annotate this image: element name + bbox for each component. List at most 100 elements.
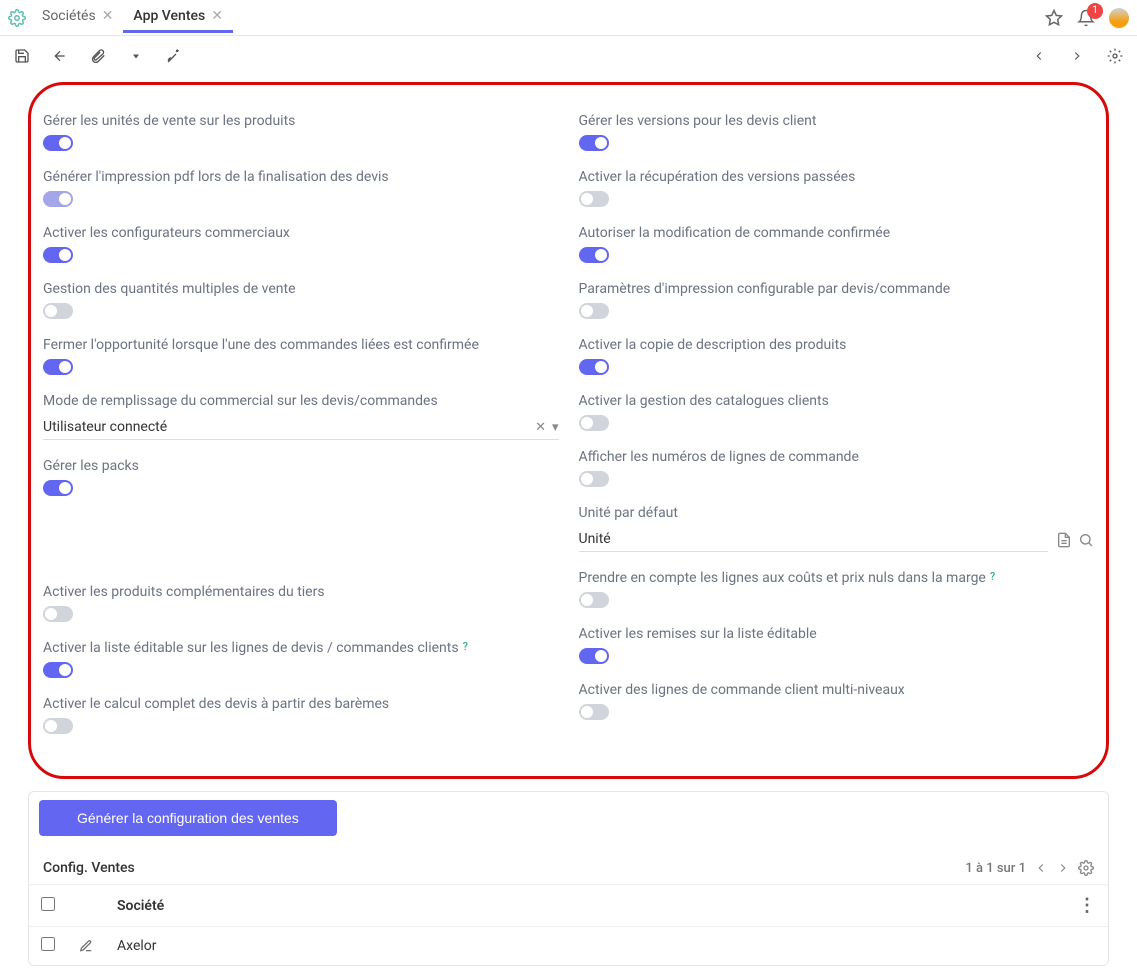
save-icon[interactable] bbox=[10, 44, 34, 68]
toggle[interactable] bbox=[579, 415, 609, 431]
select-value: Utilisateur connecté bbox=[43, 419, 535, 435]
pager-text: 1 à 1 sur 1 bbox=[965, 861, 1026, 876]
toggle[interactable] bbox=[43, 135, 73, 151]
toggle[interactable] bbox=[43, 718, 73, 734]
toggle-field: Prendre en compte les lignes aux coûts e… bbox=[579, 570, 1095, 608]
field-label: Gestion des quantités multiples de vente bbox=[43, 281, 559, 297]
field-label: Mode de remplissage du commercial sur le… bbox=[43, 393, 559, 409]
avatar[interactable] bbox=[1109, 8, 1129, 28]
close-icon[interactable]: ✕ bbox=[102, 8, 114, 24]
toggle[interactable] bbox=[43, 662, 73, 678]
field-label: Activer des lignes de commande client mu… bbox=[579, 682, 1095, 698]
edit-icon[interactable] bbox=[79, 939, 93, 953]
star-icon[interactable] bbox=[1045, 9, 1063, 27]
attachment-icon[interactable] bbox=[86, 44, 110, 68]
toggle-field: Fermer l'opportunité lorsque l'une des c… bbox=[43, 337, 559, 375]
toggle[interactable] bbox=[43, 606, 73, 622]
toggle-field: Gérer les versions pour les devis client bbox=[579, 113, 1095, 151]
tab-app-ventes[interactable]: App Ventes ✕ bbox=[123, 2, 233, 33]
chevron-right-icon[interactable] bbox=[1065, 44, 1089, 68]
field-label: Activer la liste éditable sur les lignes… bbox=[43, 640, 559, 656]
toggle-field: Activer la récupération des versions pas… bbox=[579, 169, 1095, 207]
field-label: Activer les configurateurs commerciaux bbox=[43, 225, 559, 241]
toggle-field: Gérer les unités de vente sur les produi… bbox=[43, 113, 559, 151]
section-title: Config. Ventes bbox=[43, 860, 965, 876]
col-company[interactable]: Société bbox=[105, 885, 1066, 927]
toggle[interactable] bbox=[43, 480, 73, 496]
field-label: Prendre en compte les lignes aux coûts e… bbox=[579, 570, 1095, 586]
toggle[interactable] bbox=[43, 359, 73, 375]
field-label: Gérer les unités de vente sur les produi… bbox=[43, 113, 559, 129]
toggle[interactable] bbox=[579, 303, 609, 319]
hint-icon[interactable]: ? bbox=[463, 640, 468, 653]
toggle[interactable] bbox=[579, 704, 609, 720]
field-label: Activer la récupération des versions pas… bbox=[579, 169, 1095, 185]
table-row[interactable]: Axelor bbox=[29, 927, 1108, 966]
notification-badge: 1 bbox=[1087, 3, 1103, 19]
cell-company: Axelor bbox=[105, 927, 1066, 966]
tab-societes[interactable]: Sociétés ✕ bbox=[32, 2, 123, 33]
row-checkbox[interactable] bbox=[41, 937, 55, 951]
toggle-field: Afficher les numéros de lignes de comman… bbox=[579, 449, 1095, 487]
tab-bar: Sociétés ✕ App Ventes ✕ 1 bbox=[0, 0, 1137, 36]
sales-settings-panel: Gérer les unités de vente sur les produi… bbox=[28, 82, 1109, 779]
field-label: Activer les remises sur la liste éditabl… bbox=[579, 626, 1095, 642]
toolbar bbox=[0, 36, 1137, 76]
toggle[interactable] bbox=[579, 247, 609, 263]
tab-label: App Ventes bbox=[133, 8, 205, 24]
clear-icon[interactable]: ✕ bbox=[535, 420, 546, 435]
field-label: Activer la gestion des catalogues client… bbox=[579, 393, 1095, 409]
toggle-field: Activer les configurateurs commerciaux bbox=[43, 225, 559, 263]
toggle-field: Activer le calcul complet des devis à pa… bbox=[43, 696, 559, 734]
toggle-field: Paramètres d'impression configurable par… bbox=[579, 281, 1095, 319]
unit-value[interactable]: Unité bbox=[579, 527, 1049, 552]
config-card: Générer la configuration des ventes Conf… bbox=[28, 791, 1109, 966]
back-arrow-icon[interactable] bbox=[48, 44, 72, 68]
mode-select-field: Mode de remplissage du commercial sur le… bbox=[43, 393, 559, 440]
toggle-field: Gestion des quantités multiples de vente bbox=[43, 281, 559, 319]
more-icon[interactable]: ⋮ bbox=[1078, 895, 1096, 916]
pager: 1 à 1 sur 1 bbox=[965, 860, 1094, 876]
chevron-left-icon[interactable] bbox=[1034, 861, 1048, 875]
toggle-field: Activer la liste éditable sur les lignes… bbox=[43, 640, 559, 678]
toggle-field: Générer l'impression pdf lors de la fina… bbox=[43, 169, 559, 207]
field-label: Gérer les packs bbox=[43, 458, 559, 474]
field-label: Activer la copie de description des prod… bbox=[579, 337, 1095, 353]
field-label: Unité par défaut bbox=[579, 505, 1095, 521]
settings-left-col: Gérer les unités de vente sur les produi… bbox=[43, 113, 559, 752]
toggle[interactable] bbox=[579, 135, 609, 151]
field-label: Gérer les versions pour les devis client bbox=[579, 113, 1095, 129]
chevron-left-icon[interactable] bbox=[1027, 44, 1051, 68]
toggle[interactable] bbox=[43, 303, 73, 319]
toggle[interactable] bbox=[579, 592, 609, 608]
close-icon[interactable]: ✕ bbox=[211, 8, 223, 24]
toggle[interactable] bbox=[579, 191, 609, 207]
config-table: Société ⋮ Axelor bbox=[29, 884, 1108, 965]
toggle[interactable] bbox=[579, 648, 609, 664]
toggle[interactable] bbox=[579, 471, 609, 487]
mode-select[interactable]: Utilisateur connecté ✕ ▾ bbox=[43, 415, 559, 440]
toggle[interactable] bbox=[43, 247, 73, 263]
chevron-down-icon[interactable] bbox=[124, 44, 148, 68]
select-all-checkbox[interactable] bbox=[41, 897, 55, 911]
field-label: Activer le calcul complet des devis à pa… bbox=[43, 696, 559, 712]
toggle-field: Activer des lignes de commande client mu… bbox=[579, 682, 1095, 720]
toggle-field: Autoriser la modification de commande co… bbox=[579, 225, 1095, 263]
bell-icon[interactable]: 1 bbox=[1077, 9, 1095, 27]
document-icon[interactable] bbox=[1056, 532, 1072, 548]
magic-wand-icon[interactable] bbox=[162, 44, 186, 68]
field-label: Autoriser la modification de commande co… bbox=[579, 225, 1095, 241]
generate-config-button[interactable]: Générer la configuration des ventes bbox=[39, 800, 337, 836]
toggle[interactable] bbox=[579, 359, 609, 375]
chevron-right-icon[interactable] bbox=[1056, 861, 1070, 875]
gear-icon[interactable] bbox=[8, 9, 26, 27]
hint-icon[interactable]: ? bbox=[990, 570, 995, 583]
settings-icon[interactable] bbox=[1103, 44, 1127, 68]
search-icon[interactable] bbox=[1078, 532, 1094, 548]
gear-icon[interactable] bbox=[1078, 860, 1094, 876]
toggle[interactable] bbox=[43, 191, 73, 207]
section-header: Config. Ventes 1 à 1 sur 1 bbox=[29, 852, 1108, 884]
field-label: Générer l'impression pdf lors de la fina… bbox=[43, 169, 559, 185]
toggle-field: Activer la gestion des catalogues client… bbox=[579, 393, 1095, 431]
chevron-down-icon[interactable]: ▾ bbox=[552, 420, 559, 435]
